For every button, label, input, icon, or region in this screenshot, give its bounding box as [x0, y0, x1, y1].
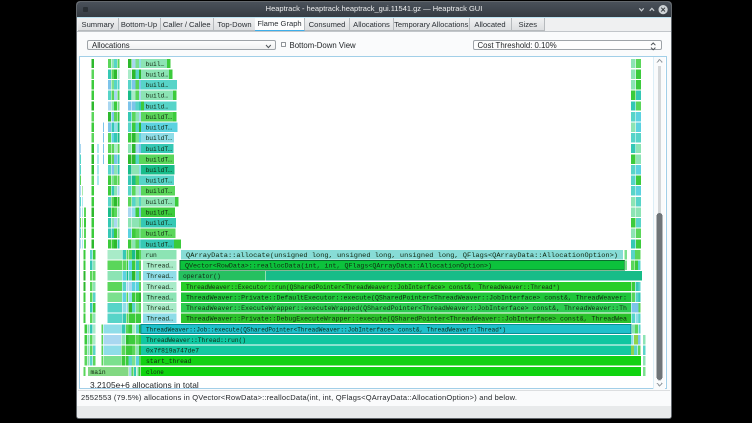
svg-text:buildT…: buildT… — [146, 231, 173, 238]
svg-text:QArrayData::allocate(unsigned: QArrayData::allocate(unsigned long, unsi… — [186, 252, 618, 259]
svg-text:build…: build… — [146, 71, 169, 78]
svg-text:buildT…: buildT… — [146, 220, 173, 227]
svg-text:buildT…: buildT… — [146, 146, 173, 153]
svg-text:ThreadWeaver::Executor::run(QS: ThreadWeaver::Executor::run(QSharedPoint… — [186, 284, 560, 291]
svg-text:build…: build… — [146, 82, 169, 89]
svg-text:build…: build… — [146, 103, 169, 110]
svg-text:buildT…: buildT… — [146, 156, 173, 163]
svg-text:main: main — [91, 369, 106, 376]
svg-text:ThreadWeaver::Private::Default: ThreadWeaver::Private::DefaultExecutor::… — [186, 294, 627, 301]
svg-text:ThreadWeaver::ExecuteWrapper::: ThreadWeaver::ExecuteWrapper::executeWra… — [186, 305, 627, 312]
svg-text:buildT…: buildT… — [146, 135, 173, 142]
svg-text:Thread…: Thread… — [147, 284, 174, 291]
svg-text:Thread…: Thread… — [147, 273, 174, 280]
svg-text:ThreadWeaver::Private::DebugEx: ThreadWeaver::Private::DebugExecuteWrapp… — [186, 316, 627, 323]
svg-text:ThreadWeaver::Job::execute(QSh: ThreadWeaver::Job::execute(QSharedPointe… — [146, 326, 506, 333]
svg-text:operator(): operator() — [183, 273, 221, 280]
svg-text:buildT…: buildT… — [146, 210, 173, 217]
svg-text:run: run — [146, 252, 158, 259]
svg-text:build…: build… — [146, 93, 169, 100]
svg-text:buil…: buil… — [146, 61, 165, 68]
svg-text:buildT…: buildT… — [146, 125, 173, 132]
svg-text:Thread…: Thread… — [147, 316, 174, 323]
svg-text:Thread…: Thread… — [147, 294, 174, 301]
svg-text:buildT…: buildT… — [146, 188, 173, 195]
svg-text:0x7f819a747de7: 0x7f819a747de7 — [146, 348, 199, 355]
svg-text:Thread…: Thread… — [147, 305, 174, 312]
svg-text:ThreadWeaver::Thread::run(): ThreadWeaver::Thread::run() — [146, 337, 246, 344]
svg-text:buildT…: buildT… — [146, 114, 173, 121]
svg-text:QVector<RowData>::reallocData(: QVector<RowData>::reallocData(int, int, … — [185, 263, 492, 270]
svg-text:Thread…: Thread… — [147, 263, 174, 270]
svg-text:buildT…: buildT… — [146, 167, 173, 174]
svg-text:clone: clone — [146, 369, 164, 376]
svg-text:buildT…: buildT… — [146, 178, 173, 185]
svg-text:start_thread: start_thread — [146, 358, 192, 365]
svg-text:buildT…: buildT… — [146, 241, 173, 248]
svg-text:buildT…: buildT… — [146, 199, 173, 206]
